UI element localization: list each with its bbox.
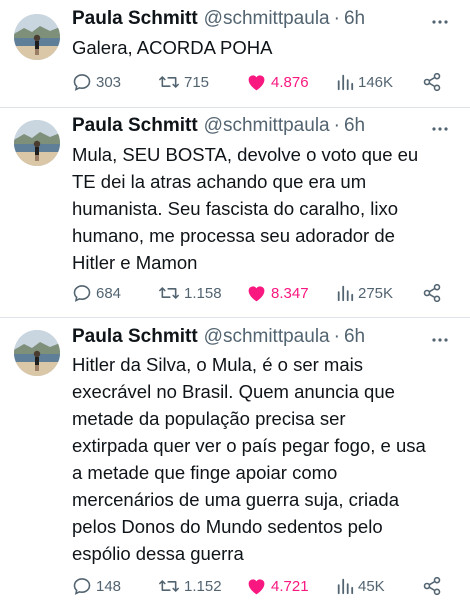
- reply-button[interactable]: 148: [72, 574, 121, 598]
- tweet-text: Mula, SEU BOSTA, devolve o voto que eu T…: [72, 144, 419, 273]
- like-count: 8.347: [271, 284, 309, 302]
- heart-filled-icon: [248, 75, 265, 91]
- like-button[interactable]: 4.876: [246, 70, 309, 94]
- tweet[interactable]: Paula Schmitt @schmittpaula · 6h Hitler …: [0, 318, 470, 606]
- author-name[interactable]: Paula Schmitt: [72, 326, 198, 348]
- separator-dot: ·: [333, 8, 340, 29]
- retweet-button[interactable]: 715: [158, 70, 209, 94]
- timestamp[interactable]: 6h: [344, 326, 365, 348]
- author-handle[interactable]: @schmittpaula: [204, 115, 330, 137]
- bar-chart-icon: [337, 285, 354, 302]
- bar-chart-icon: [337, 578, 354, 595]
- speech-bubble-icon: [73, 578, 91, 595]
- like-count: 4.876: [271, 73, 309, 91]
- author-name[interactable]: Paula Schmitt: [72, 115, 198, 137]
- tweet-header: Paula Schmitt @schmittpaula · 6h: [72, 8, 365, 32]
- three-dots-icon: [432, 127, 448, 131]
- retweet-icon: [159, 76, 179, 88]
- timestamp[interactable]: 6h: [344, 8, 365, 30]
- tweet[interactable]: Paula Schmitt @schmittpaula · 6h Mula, S…: [0, 108, 470, 318]
- tweet-header: Paula Schmitt @schmittpaula · 6h: [72, 115, 365, 139]
- avatar-photo: [14, 120, 60, 166]
- retweet-count: 1.152: [184, 577, 222, 595]
- tweet-text: Hitler da Silva, o Mula, é o ser mais ex…: [72, 354, 426, 564]
- author-name[interactable]: Paula Schmitt: [72, 8, 198, 30]
- share-nodes-icon: [423, 576, 441, 596]
- tweet-header: Paula Schmitt @schmittpaula · 6h: [72, 326, 365, 350]
- like-button[interactable]: 8.347: [246, 281, 309, 305]
- more-options-button[interactable]: [430, 330, 450, 350]
- share-button[interactable]: [422, 70, 442, 94]
- views-button[interactable]: 275K: [336, 281, 393, 305]
- action-bar: 303 715 4.876 146K: [72, 70, 452, 94]
- retweet-button[interactable]: 1.152: [158, 574, 222, 598]
- author-handle[interactable]: @schmittpaula: [204, 8, 330, 30]
- avatar-photo: [14, 330, 60, 376]
- bar-chart-icon: [337, 74, 354, 91]
- retweet-button[interactable]: 1.158: [158, 281, 222, 305]
- reply-count: 303: [96, 73, 122, 91]
- view-count: 275K: [358, 284, 394, 302]
- view-count: 45K: [358, 577, 385, 595]
- speech-bubble-icon: [73, 74, 91, 91]
- views-button[interactable]: 146K: [336, 70, 393, 94]
- speech-bubble-icon: [73, 285, 91, 302]
- share-button[interactable]: [422, 281, 442, 305]
- separator-dot: ·: [333, 115, 340, 136]
- like-button[interactable]: 4.721: [246, 574, 309, 598]
- heart-filled-icon: [248, 286, 265, 302]
- retweet-icon: [159, 580, 179, 592]
- like-count: 4.721: [271, 577, 309, 595]
- retweet-count: 1.158: [184, 284, 222, 302]
- views-button[interactable]: 45K: [336, 574, 385, 598]
- timestamp[interactable]: 6h: [344, 115, 365, 137]
- share-button[interactable]: [422, 574, 442, 598]
- three-dots-icon: [432, 338, 448, 342]
- action-bar: 148 1.152 4.721 45K: [72, 574, 452, 598]
- separator-dot: ·: [333, 326, 340, 347]
- more-options-button[interactable]: [430, 119, 450, 139]
- reply-button[interactable]: 684: [72, 281, 121, 305]
- heart-filled-icon: [248, 579, 265, 595]
- reply-count: 684: [96, 284, 122, 302]
- share-nodes-icon: [423, 283, 441, 303]
- share-nodes-icon: [423, 72, 441, 92]
- more-options-button[interactable]: [430, 12, 450, 32]
- author-handle[interactable]: @schmittpaula: [204, 326, 330, 348]
- tweet[interactable]: Paula Schmitt @schmittpaula · 6h Galera,…: [0, 0, 470, 108]
- avatar[interactable]: [14, 14, 60, 60]
- retweet-icon: [159, 287, 179, 299]
- avatar[interactable]: [14, 120, 60, 166]
- reply-button[interactable]: 303: [72, 70, 121, 94]
- reply-count: 148: [96, 577, 122, 595]
- three-dots-icon: [432, 20, 448, 24]
- avatar-photo: [14, 14, 60, 60]
- tweet-text: Galera, ACORDA POHA: [72, 37, 273, 58]
- view-count: 146K: [358, 73, 394, 91]
- retweet-count: 715: [184, 73, 210, 91]
- action-bar: 684 1.158 8.347 275K: [72, 281, 452, 305]
- avatar[interactable]: [14, 330, 60, 376]
